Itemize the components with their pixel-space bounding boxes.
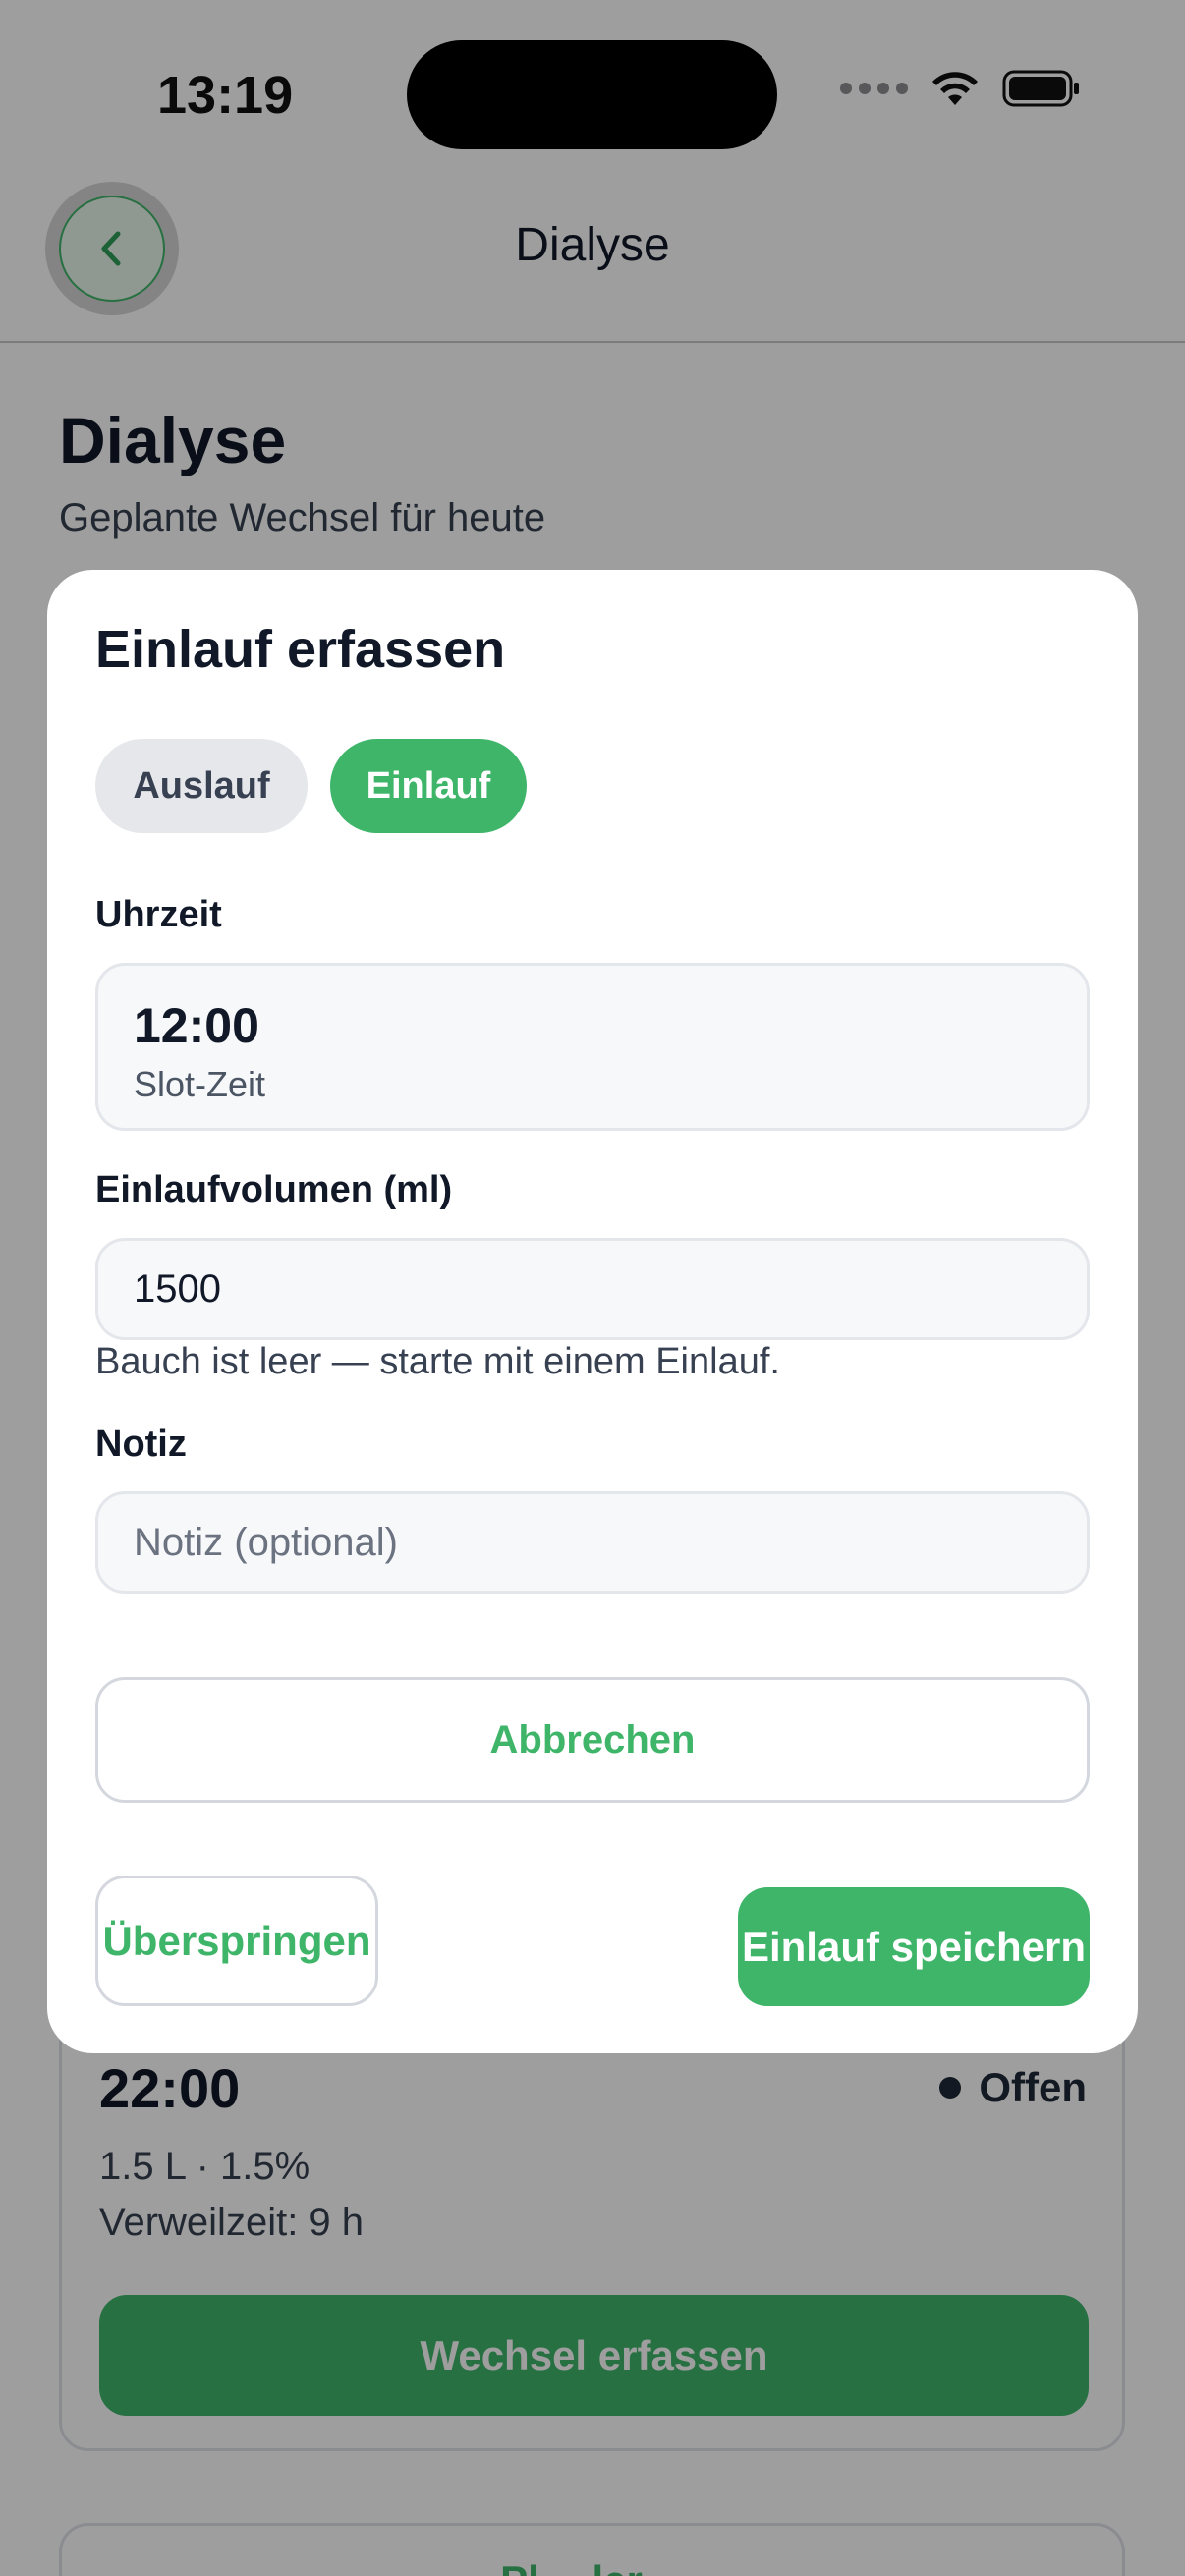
- inflow-modal: Einlauf erfassen Auslauf Einlauf Uhrzeit…: [47, 570, 1138, 2053]
- volume-label: Einlaufvolumen (ml): [95, 1169, 453, 1210]
- skip-button[interactable]: Überspringen: [95, 1876, 378, 2006]
- segment-einlauf[interactable]: Einlauf: [330, 739, 527, 833]
- volume-input[interactable]: [95, 1238, 1090, 1340]
- segment-auslauf[interactable]: Auslauf: [95, 739, 308, 833]
- cancel-button[interactable]: Abbrechen: [95, 1677, 1090, 1803]
- modal-title: Einlauf erfassen: [95, 620, 506, 679]
- screen: 13:19 Dialyse Dialyse Geplante Wechsel f…: [0, 0, 1185, 2576]
- time-picker[interactable]: 12:00 Slot-Zeit: [95, 963, 1090, 1131]
- save-inflow-button[interactable]: Einlauf speichern: [738, 1887, 1090, 2006]
- time-value: 12:00: [134, 998, 259, 1053]
- hint-text: Bauch ist leer — starte mit einem Einlau…: [95, 1341, 780, 1382]
- time-caption: Slot-Zeit: [134, 1064, 266, 1104]
- time-label: Uhrzeit: [95, 894, 222, 935]
- note-label: Notiz: [95, 1424, 187, 1465]
- note-input[interactable]: [95, 1491, 1090, 1594]
